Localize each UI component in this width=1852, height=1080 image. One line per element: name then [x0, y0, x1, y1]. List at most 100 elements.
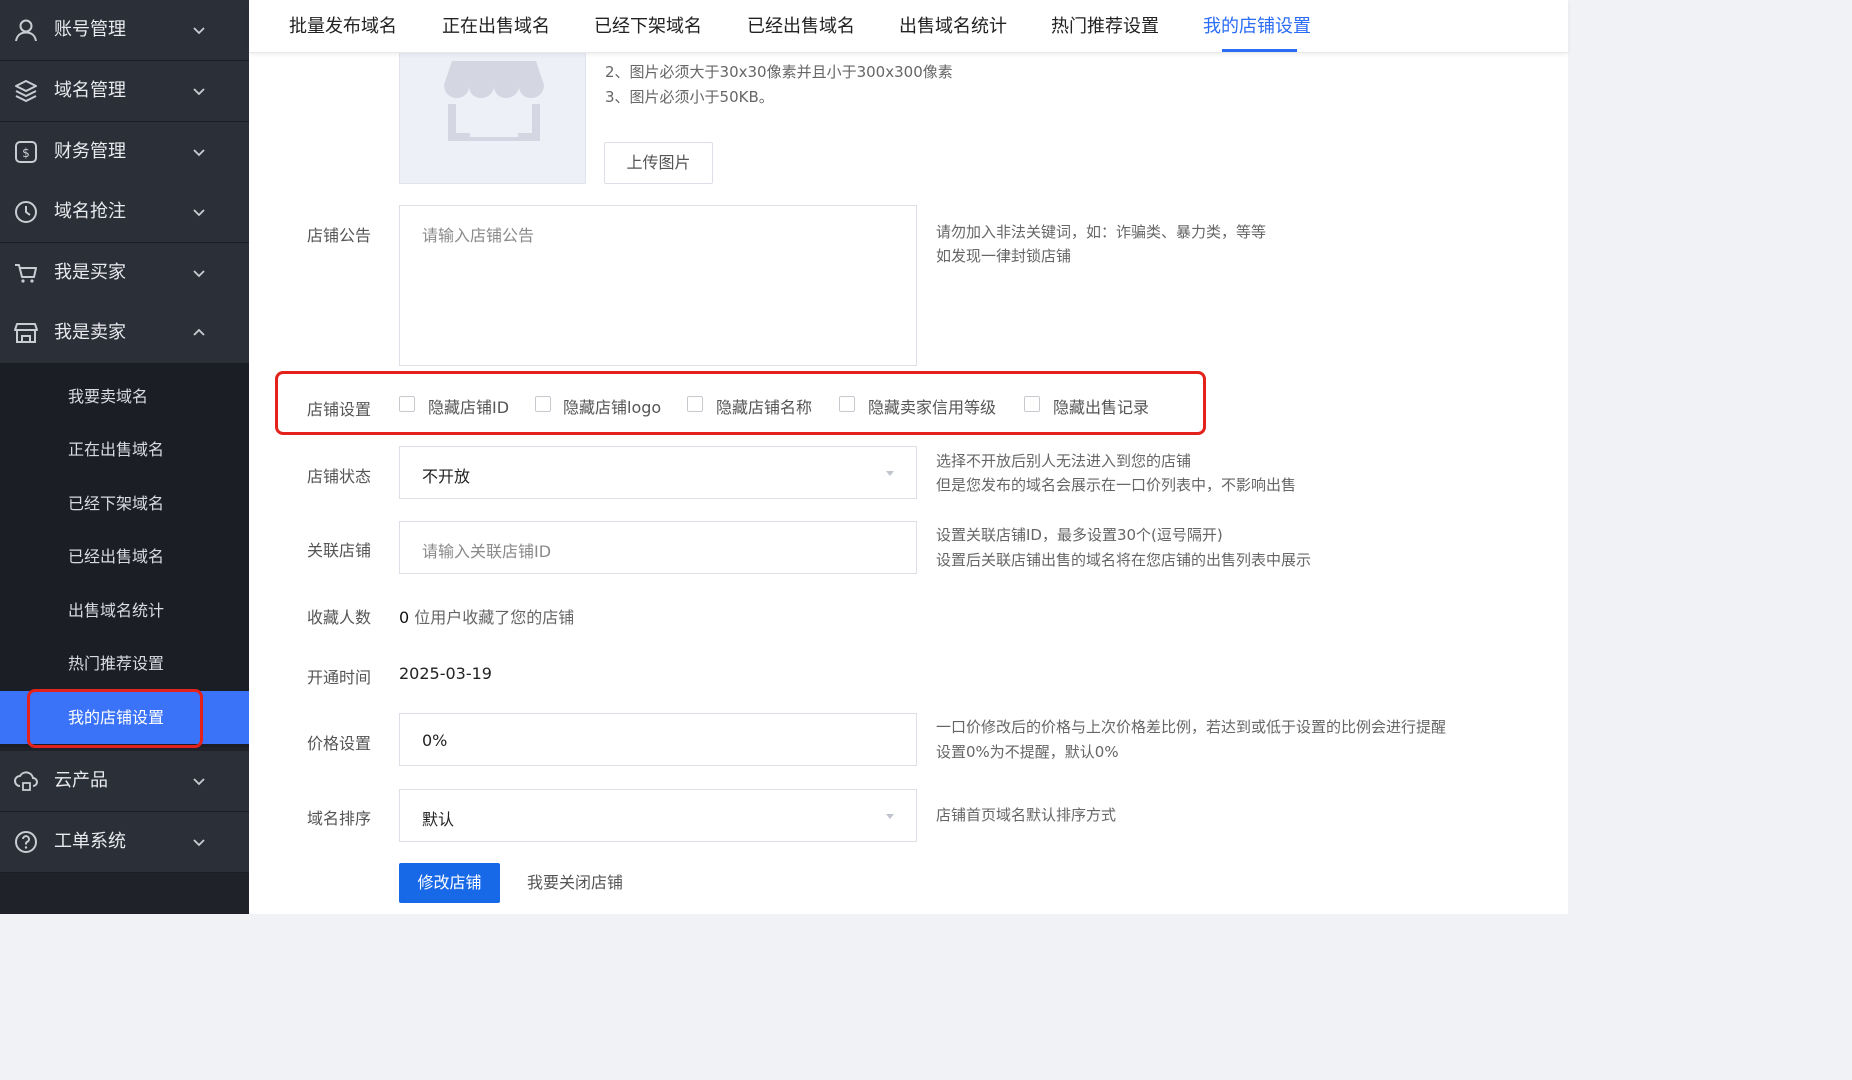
tab-stats[interactable]: 出售域名统计 [899, 0, 1007, 52]
announcement-placeholder: 请输入店铺公告 [422, 226, 535, 245]
status-hint-2: 但是您发布的域名会展示在一口价列表中，不影响出售 [936, 476, 1297, 494]
price-label: 价格设置 [307, 734, 372, 753]
sort-hint: 店铺首页域名默认排序方式 [936, 806, 1117, 824]
announcement-hint-2: 如发现一律封锁店铺 [936, 247, 1072, 265]
hide-store-id-label[interactable]: 隐藏店铺ID [428, 394, 509, 418]
linked-store-label: 关联店铺 [307, 541, 372, 560]
announcement-textarea[interactable]: 请输入店铺公告 [399, 205, 917, 366]
favorites-label: 收藏人数 [307, 608, 372, 627]
chevron-up-icon [193, 328, 205, 336]
tab-bar: 批量发布域名 正在出售域名 已经下架域名 已经出售域名 出售域名统计 热门推荐设… [249, 0, 1568, 53]
seller-submenu: 我要卖域名 正在出售域名 已经下架域名 已经出售域名 出售域名统计 热门推荐设置… [0, 363, 249, 747]
nav-group-label: 域名抢注 [54, 201, 126, 222]
store-placeholder-icon [444, 61, 544, 141]
linked-store-hint-1: 设置关联店铺ID，最多设置30个(逗号隔开) [936, 526, 1223, 544]
submenu-delisted[interactable]: 已经下架域名 [0, 477, 249, 530]
tab-hot-recommend[interactable]: 热门推荐设置 [1051, 0, 1159, 52]
domain-sort-value: 默认 [422, 810, 455, 829]
nav-group-label: 财务管理 [54, 141, 126, 162]
nav-group-label: 域名管理 [54, 80, 126, 101]
hide-store-id-checkbox[interactable] [399, 396, 415, 412]
price-hint-2: 设置0%为不提醒，默认0% [936, 743, 1119, 761]
settings-label: 店铺设置 [307, 400, 372, 419]
submenu-label: 我要卖域名 [68, 387, 149, 406]
linked-store-hint-2: 设置后关联店铺出售的域名将在您店铺的出售列表中展示 [936, 551, 1312, 569]
active-tab-indicator [1222, 49, 1297, 52]
logo-preview [399, 30, 586, 184]
help-circle-icon [15, 831, 37, 853]
nav-group-account[interactable]: 账号管理 [0, 0, 249, 61]
submenu-selling[interactable]: 正在出售域名 [0, 423, 249, 476]
favorites-text: 位用户收藏了您的店铺 [414, 608, 575, 627]
nav-group-label: 账号管理 [54, 19, 126, 40]
price-hint-1: 一口价修改后的价格与上次价格差比例，若达到或低于设置的比例会进行提醒 [936, 718, 1447, 736]
tab-batch-publish[interactable]: 批量发布域名 [289, 0, 397, 52]
announcement-hint-1: 请勿加入非法关键词，如：诈骗类、暴力类，等等 [936, 223, 1267, 241]
close-store-link[interactable]: 我要关闭店铺 [527, 863, 623, 903]
dollar-wallet-icon: $ [15, 141, 37, 163]
submenu-hot-recommend[interactable]: 热门推荐设置 [0, 637, 249, 690]
store-icon [14, 323, 38, 343]
hide-credit-level-checkbox[interactable] [839, 396, 855, 412]
submenu-my-store-settings[interactable]: 我的店铺设置 [0, 691, 249, 744]
chevron-down-icon [193, 839, 205, 847]
tab-delisted[interactable]: 已经下架域名 [594, 0, 702, 52]
status-hint-1: 选择不开放后别人无法进入到您的店铺 [936, 452, 1192, 470]
linked-store-input[interactable]: 请输入关联店铺ID [399, 521, 917, 574]
announcement-label: 店铺公告 [307, 226, 372, 245]
submenu-label: 出售域名统计 [68, 601, 165, 620]
upload-image-button[interactable]: 上传图片 [604, 142, 713, 184]
sort-label: 域名排序 [307, 809, 372, 828]
status-label: 店铺状态 [307, 467, 372, 486]
submenu-sold[interactable]: 已经出售域名 [0, 530, 249, 583]
chevron-down-icon [193, 778, 205, 786]
nav-group-cloud[interactable]: 云产品 [0, 751, 249, 812]
chevron-down-icon [193, 88, 205, 96]
submenu-stats[interactable]: 出售域名统计 [0, 584, 249, 637]
store-status-value: 不开放 [422, 467, 471, 486]
submenu-label: 正在出售域名 [68, 440, 165, 459]
store-settings-form: 2、图片必须大于30x30像素并且小于300x300像素 3、图片必须小于50K… [249, 0, 1568, 914]
hide-store-name-label[interactable]: 隐藏店铺名称 [716, 394, 812, 418]
submenu-label: 已经出售域名 [68, 547, 165, 566]
tab-my-store-settings[interactable]: 我的店铺设置 [1203, 0, 1311, 52]
nav-group-label: 我是买家 [54, 262, 126, 283]
hide-store-logo-checkbox[interactable] [535, 396, 551, 412]
nav-group-finance[interactable]: $ 财务管理 [0, 122, 249, 183]
favorites-count: 0 [399, 608, 410, 627]
hide-store-name-checkbox[interactable] [687, 396, 703, 412]
upload-image-label: 上传图片 [626, 153, 691, 172]
main-panel: 2、图片必须大于30x30像素并且小于300x300像素 3、图片必须小于50K… [249, 0, 1568, 914]
chevron-down-icon [193, 209, 205, 217]
nav-group-buyer[interactable]: 我是买家 [0, 243, 249, 304]
nav-group-label: 云产品 [54, 770, 108, 791]
clock-icon [15, 201, 37, 223]
price-ratio-value: 0% [422, 731, 448, 750]
price-ratio-input[interactable]: 0% [399, 713, 917, 766]
hide-sales-record-label[interactable]: 隐藏出售记录 [1053, 394, 1149, 418]
modify-store-button[interactable]: 修改店铺 [399, 863, 500, 903]
caret-down-icon [886, 471, 894, 476]
hide-credit-level-label[interactable]: 隐藏卖家信用等级 [868, 394, 996, 418]
chevron-down-icon [193, 27, 205, 35]
nav-group-seller[interactable]: 我是卖家 [0, 303, 249, 364]
tab-selling[interactable]: 正在出售域名 [442, 0, 550, 52]
nav-group-snap[interactable]: 域名抢注 [0, 182, 249, 243]
chevron-down-icon [193, 149, 205, 157]
linked-store-placeholder: 请输入关联店铺ID [422, 542, 552, 561]
nav-group-label: 我是卖家 [54, 322, 126, 343]
submenu-label: 已经下架域名 [68, 494, 165, 513]
logo-rule-weight: 3、图片必须小于50KB。 [605, 88, 774, 106]
nav-group-ticket[interactable]: 工单系统 [0, 812, 249, 873]
opened-date: 2025-03-19 [399, 664, 492, 683]
hide-sales-record-checkbox[interactable] [1024, 396, 1040, 412]
store-status-select[interactable]: 不开放 [399, 446, 917, 499]
svg-text:$: $ [22, 146, 30, 160]
favorites-info: 0 位用户收藏了您的店铺 [399, 604, 574, 628]
domain-sort-select[interactable]: 默认 [399, 789, 917, 842]
tab-sold[interactable]: 已经出售域名 [747, 0, 855, 52]
hide-store-logo-label[interactable]: 隐藏店铺logo [563, 394, 661, 418]
nav-group-domain[interactable]: 域名管理 [0, 61, 249, 122]
submenu-sell-domain[interactable]: 我要卖域名 [0, 370, 249, 423]
chevron-down-icon [193, 270, 205, 278]
